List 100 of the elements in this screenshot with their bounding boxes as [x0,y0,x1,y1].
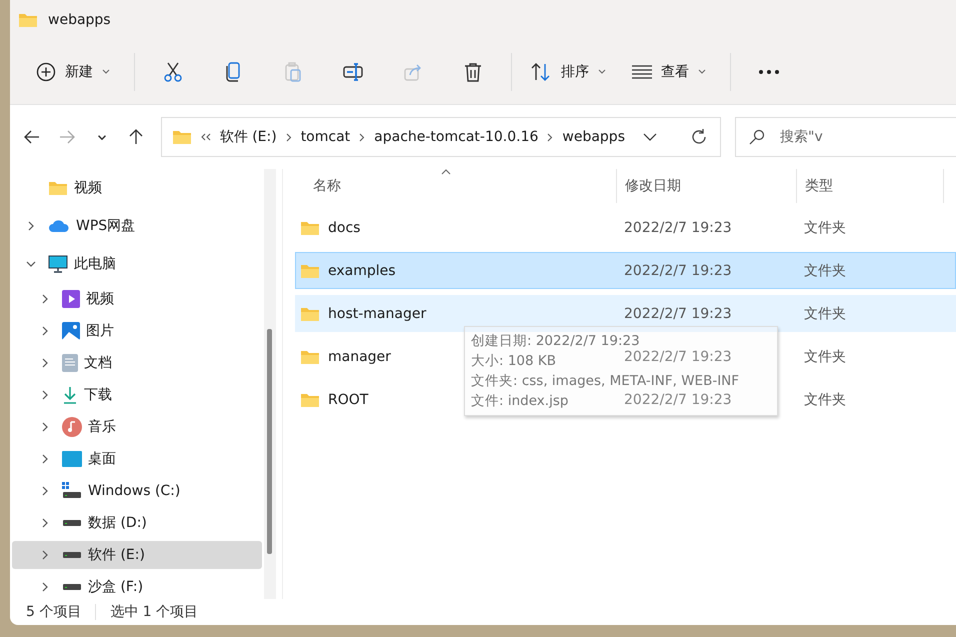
file-row[interactable]: host-manager 2022/2/7 19:23 文件夹 [295,295,956,332]
folder-icon [300,392,320,408]
music-icon [62,417,82,437]
chevron-right-icon[interactable] [40,550,50,560]
folder-icon [300,348,320,364]
breadcrumb[interactable]: webapps [562,129,625,145]
sidebar-item[interactable]: 数据 (D:) [12,507,262,539]
sidebar-item[interactable]: 音乐 [12,411,262,443]
view-button[interactable]: 查看 [622,57,716,87]
folder-icon [18,12,38,28]
sidebar-label: Windows (C:) [88,483,180,499]
drive-icon [62,482,82,500]
sidebar-label: 沙盒 (F:) [88,578,144,596]
sidebar-item[interactable]: 视频 [12,283,262,315]
sidebar-item[interactable]: 图片 [12,315,262,347]
breadcrumb[interactable]: apache-tomcat-10.0.16 [374,129,538,145]
new-button[interactable]: 新建 [26,56,120,88]
sidebar-item[interactable]: WPS网盘 [12,207,262,245]
sort-arrows-icon [530,62,552,82]
scrollbar-thumb[interactable] [267,329,272,554]
chevron-right-icon[interactable] [40,454,50,464]
caret-icon [598,69,606,75]
file-type: 文件夹 [804,390,846,408]
folder-icon [300,220,320,236]
rename-icon [342,61,364,83]
drive-icon [62,519,82,527]
sidebar-label: 下载 [84,386,112,404]
sidebar-item[interactable]: 桌面 [12,443,262,475]
file-type: 文件夹 [804,218,846,236]
chevron-right-icon[interactable] [40,582,50,592]
file-type: 文件夹 [804,262,846,280]
window-title: webapps [48,12,111,28]
caret-icon [98,134,106,140]
chevron-right-icon [359,132,366,142]
chevron-right-icon[interactable] [40,358,50,368]
sort-caret-icon [441,169,451,175]
list-lines-icon [632,65,652,79]
video-icon [62,290,80,308]
document-icon [62,354,78,372]
chevron-right-icon[interactable] [40,518,50,528]
chevron-right-icon[interactable] [40,294,50,304]
folder-icon [300,306,320,322]
file-name: manager [328,348,391,364]
sidebar-label: 图片 [86,322,114,340]
chevron-right-icon[interactable] [40,390,50,400]
sidebar-item[interactable]: 沙盒 (F:) [12,571,262,599]
modified-date: 2022/2/7 19:23 [624,306,732,322]
file-name: docs [328,220,360,236]
plus-circle-icon [36,62,56,82]
column-header[interactable]: 类型 [797,169,944,203]
sidebar-label: 桌面 [88,450,116,468]
sidebar-label: WPS网盘 [76,217,136,235]
breadcrumb[interactable]: 软件 (E:) [220,128,277,146]
column-header[interactable]: 名称 [295,169,617,203]
chevron-down-icon[interactable] [26,259,36,269]
file-name: host-manager [328,306,426,322]
sidebar-item[interactable]: 软件 (E:) [12,541,262,569]
file-name: examples [328,262,396,278]
file-name: ROOT [328,392,368,408]
modified-date: 2022/2/7 19:23 [624,220,732,236]
address-bar[interactable]: 软件 (E:) tomcat apache-tomcat-10.0.16 webapps [160,117,721,157]
download-icon [62,386,78,404]
folder-icon [48,180,68,196]
file-row[interactable]: examples 2022/2/7 19:23 文件夹 [295,252,956,289]
sidebar-label: 数据 (D:) [88,514,147,532]
arrow-right-icon [59,129,76,145]
cut-icon [162,61,184,83]
overflow-chevron-icon [200,133,211,141]
folder-icon [172,129,192,145]
sidebar-item[interactable]: 此电脑 [12,245,262,283]
caret-icon [102,69,110,75]
chevron-right-icon [286,132,292,142]
arrow-left-icon [24,129,40,145]
sidebar-item[interactable]: 下载 [12,379,262,411]
sidebar-label: 音乐 [88,418,116,436]
chevron-right-icon[interactable] [40,326,50,336]
modified-date: 2022/2/7 19:23 [624,262,732,278]
breadcrumb[interactable]: tomcat [300,129,350,145]
sort-button[interactable]: 排序 [520,56,616,88]
cloud-icon [48,219,70,233]
chevron-right-icon[interactable] [40,486,50,496]
chevron-right-icon[interactable] [40,422,50,432]
selection-count: 选中 1 个项目 [110,603,198,621]
search-field[interactable]: 搜索"v [735,117,956,157]
more-dots-icon [759,70,779,74]
sidebar-item[interactable]: 视频 [12,169,262,207]
item-count: 5 个项目 [26,603,82,621]
dropdown-caret-icon[interactable] [643,133,657,141]
sidebar-item[interactable]: Windows (C:) [12,475,262,507]
file-type: 文件夹 [804,348,846,366]
sidebar-item[interactable]: 文档 [12,347,262,379]
folder-icon [300,262,320,278]
sidebar-label: 视频 [74,179,102,197]
arrow-up-icon [128,129,144,145]
sidebar-label: 此电脑 [74,255,116,273]
refresh-icon[interactable] [690,128,708,146]
chevron-right-icon[interactable] [26,221,36,231]
column-header[interactable]: 修改日期 [617,169,797,203]
modified-date: 2022/2/7 19:23 [624,348,732,364]
picture-icon [62,322,80,340]
